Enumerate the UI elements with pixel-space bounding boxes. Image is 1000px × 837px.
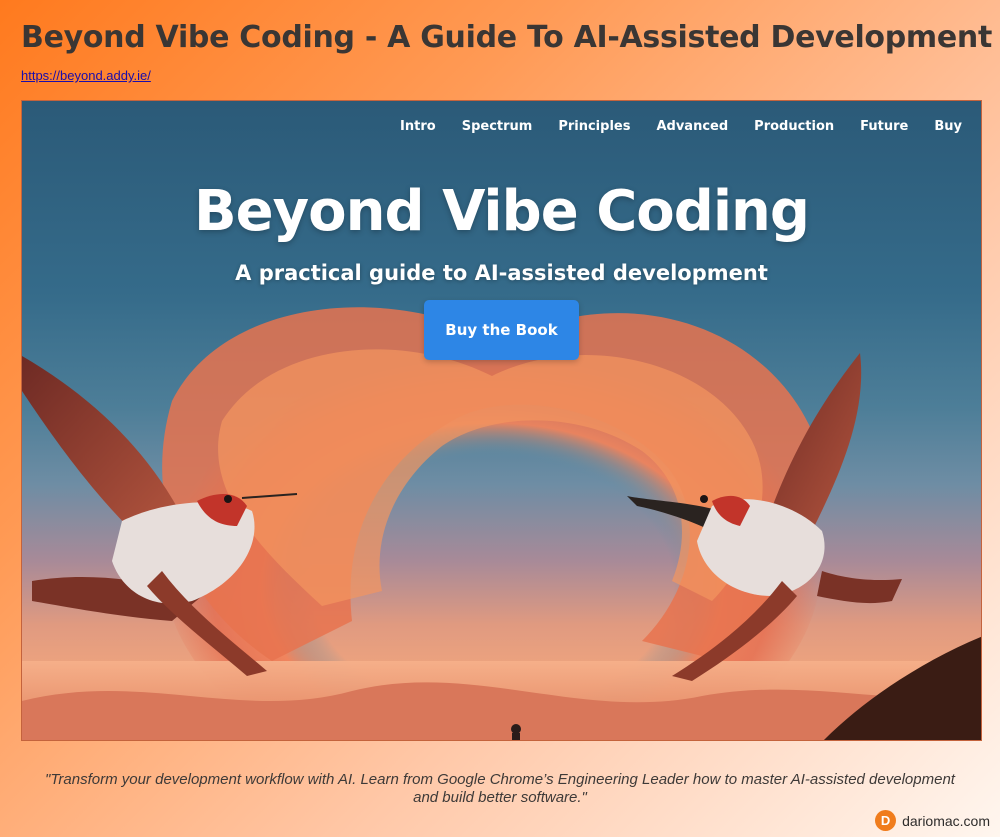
hero-title: Beyond Vibe Coding — [193, 179, 810, 244]
buy-book-button[interactable]: Buy the Book — [424, 300, 579, 360]
nav-production[interactable]: Production — [754, 119, 834, 134]
dariomac-logo-icon: D — [875, 810, 897, 831]
nav-principles[interactable]: Principles — [558, 119, 630, 134]
site-screenshot: Intro Spectrum Principles Advanced Produ… — [21, 100, 982, 741]
brand-watermark[interactable]: D dariomac.com — [875, 810, 990, 831]
brand-name: dariomac.com — [902, 812, 990, 829]
nav-spectrum[interactable]: Spectrum — [462, 119, 533, 134]
hero-subtitle: A practical guide to AI-assisted develop… — [235, 261, 768, 285]
page-title: Beyond Vibe Coding - A Guide To AI-Assis… — [21, 20, 993, 55]
nav-buy[interactable]: Buy — [934, 119, 962, 134]
quote-text: "Transform your development workflow wit… — [45, 771, 955, 806]
nav-advanced[interactable]: Advanced — [656, 119, 728, 134]
site-nav: Intro Spectrum Principles Advanced Produ… — [374, 119, 962, 134]
nav-future[interactable]: Future — [860, 119, 908, 134]
nav-intro[interactable]: Intro — [400, 119, 436, 134]
site-link[interactable]: https://beyond.addy.ie/ — [21, 68, 151, 83]
